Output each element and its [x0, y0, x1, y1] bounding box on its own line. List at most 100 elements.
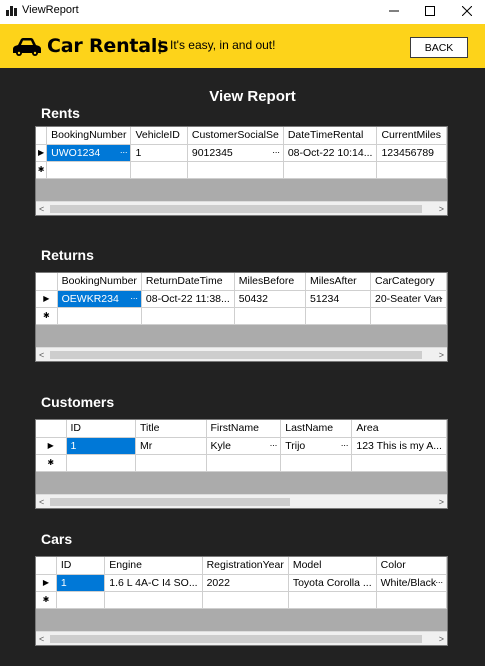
- table-cell[interactable]: [130, 161, 188, 179]
- new-row[interactable]: ✱: [36, 591, 447, 609]
- table-cell[interactable]: 20-Seater Van...: [370, 290, 447, 308]
- table-cell[interactable]: White/Black...: [376, 574, 447, 592]
- table-cell[interactable]: 08-Oct-22 11:38...: [141, 290, 235, 308]
- table-cell[interactable]: 50432: [234, 290, 306, 308]
- table-cell[interactable]: 1: [56, 574, 106, 592]
- column-header[interactable]: ID: [66, 420, 136, 438]
- scroll-thumb[interactable]: [50, 498, 290, 506]
- horizontal-scrollbar[interactable]: < >: [36, 201, 447, 215]
- ellipsis-button[interactable]: ...: [130, 291, 138, 301]
- column-header[interactable]: CurrentMiles: [376, 127, 447, 145]
- table-cell[interactable]: [187, 161, 284, 179]
- current-row-icon[interactable]: ▶: [36, 437, 67, 455]
- table-cell[interactable]: [141, 307, 235, 325]
- scroll-left-arrow[interactable]: <: [39, 350, 44, 360]
- column-header[interactable]: MilesBefore: [234, 273, 306, 291]
- table-cell[interactable]: 51234: [305, 290, 372, 308]
- table-cell[interactable]: Mr: [135, 437, 207, 455]
- scroll-thumb[interactable]: [50, 205, 422, 213]
- table-cell[interactable]: [283, 161, 378, 179]
- scroll-thumb[interactable]: [50, 351, 422, 359]
- column-header[interactable]: ID: [56, 557, 106, 575]
- table-cell[interactable]: 1.6 L 4A-C I4 SO...: [104, 574, 203, 592]
- table-cell[interactable]: 1: [130, 144, 188, 162]
- table-cell[interactable]: 08-Oct-22 10:14...: [283, 144, 378, 162]
- maximize-button[interactable]: [412, 0, 448, 22]
- close-button[interactable]: [449, 0, 485, 22]
- column-header[interactable]: BookingNumber: [46, 127, 132, 145]
- column-header[interactable]: RegistrationYear: [202, 557, 289, 575]
- column-header[interactable]: CustomerSocialSe: [187, 127, 284, 145]
- table-cell[interactable]: [46, 161, 132, 179]
- new-row[interactable]: ✱: [36, 161, 447, 179]
- column-header[interactable]: CarCategory: [370, 273, 447, 291]
- ellipsis-button[interactable]: ...: [272, 145, 280, 155]
- table-cell[interactable]: Toyota Corolla ...: [288, 574, 377, 592]
- column-header[interactable]: MilesAfter: [305, 273, 372, 291]
- current-row-icon[interactable]: ▶: [36, 574, 57, 592]
- column-header[interactable]: FirstName: [206, 420, 282, 438]
- cars-grid[interactable]: ID Engine RegistrationYear Model Color ▶…: [35, 556, 448, 646]
- column-header[interactable]: Model: [288, 557, 377, 575]
- table-row[interactable]: ▶ 1 1.6 L 4A-C I4 SO... 2022 Toyota Coro…: [36, 574, 447, 592]
- scroll-right-arrow[interactable]: >: [439, 634, 444, 644]
- table-row[interactable]: ▶ UWO1234... 1 9012345... 08-Oct-22 10:1…: [36, 144, 447, 162]
- scroll-thumb[interactable]: [50, 635, 422, 643]
- column-header[interactable]: BookingNumber: [57, 273, 142, 291]
- table-cell[interactable]: [288, 591, 377, 609]
- ellipsis-button[interactable]: ...: [341, 438, 349, 448]
- table-cell[interactable]: OEWKR234...: [57, 290, 142, 308]
- scroll-right-arrow[interactable]: >: [439, 497, 444, 507]
- minimize-button[interactable]: [376, 0, 412, 22]
- returns-grid[interactable]: BookingNumber ReturnDateTime MilesBefore…: [35, 272, 448, 362]
- table-cell[interactable]: [370, 307, 447, 325]
- table-row[interactable]: ▶ 1 Mr Kyle... Trijo... 123 This is my A…: [36, 437, 447, 455]
- ellipsis-button[interactable]: ...: [270, 438, 278, 448]
- table-cell[interactable]: [57, 307, 142, 325]
- table-cell[interactable]: 1: [66, 437, 136, 455]
- table-cell[interactable]: [104, 591, 203, 609]
- table-cell[interactable]: Kyle...: [206, 437, 282, 455]
- table-cell[interactable]: [56, 591, 106, 609]
- ellipsis-button[interactable]: ...: [120, 145, 128, 155]
- table-cell[interactable]: [202, 591, 289, 609]
- table-cell[interactable]: [66, 454, 136, 472]
- table-cell[interactable]: [351, 454, 447, 472]
- table-cell[interactable]: 123 This is my A...: [351, 437, 447, 455]
- column-header[interactable]: Engine: [104, 557, 203, 575]
- new-row[interactable]: ✱: [36, 307, 447, 325]
- table-cell[interactable]: Trijo...: [280, 437, 353, 455]
- scroll-left-arrow[interactable]: <: [39, 204, 44, 214]
- column-header[interactable]: Color: [376, 557, 447, 575]
- table-row[interactable]: ▶ OEWKR234... 08-Oct-22 11:38... 50432 5…: [36, 290, 447, 308]
- table-cell[interactable]: 2022: [202, 574, 289, 592]
- back-button[interactable]: BACK: [410, 37, 468, 58]
- table-cell[interactable]: UWO1234...: [46, 144, 132, 162]
- column-header[interactable]: LastName: [280, 420, 353, 438]
- rents-grid[interactable]: BookingNumber VehicleID CustomerSocialSe…: [35, 126, 448, 216]
- horizontal-scrollbar[interactable]: < >: [36, 347, 447, 361]
- scroll-right-arrow[interactable]: >: [439, 350, 444, 360]
- table-cell[interactable]: [135, 454, 207, 472]
- table-cell[interactable]: [305, 307, 372, 325]
- current-row-icon[interactable]: ▶: [36, 144, 48, 162]
- ellipsis-button[interactable]: ...: [435, 291, 443, 301]
- current-row-icon[interactable]: ▶: [36, 290, 58, 308]
- table-cell[interactable]: [376, 161, 447, 179]
- column-header[interactable]: DateTimeRental: [283, 127, 378, 145]
- table-cell[interactable]: 9012345...: [187, 144, 284, 162]
- scroll-left-arrow[interactable]: <: [39, 497, 44, 507]
- scroll-left-arrow[interactable]: <: [39, 634, 44, 644]
- table-cell[interactable]: [280, 454, 353, 472]
- table-cell[interactable]: 123456789: [376, 144, 447, 162]
- ellipsis-button[interactable]: ...: [435, 575, 443, 585]
- horizontal-scrollbar[interactable]: < >: [36, 631, 447, 645]
- column-header[interactable]: Area: [351, 420, 447, 438]
- table-cell[interactable]: [376, 591, 447, 609]
- customers-grid[interactable]: ID Title FirstName LastName Area ▶ 1 Mr …: [35, 419, 448, 509]
- column-header[interactable]: VehicleID: [130, 127, 188, 145]
- new-row[interactable]: ✱: [36, 454, 447, 472]
- table-cell[interactable]: [234, 307, 306, 325]
- horizontal-scrollbar[interactable]: < >: [36, 494, 447, 508]
- column-header[interactable]: ReturnDateTime: [141, 273, 235, 291]
